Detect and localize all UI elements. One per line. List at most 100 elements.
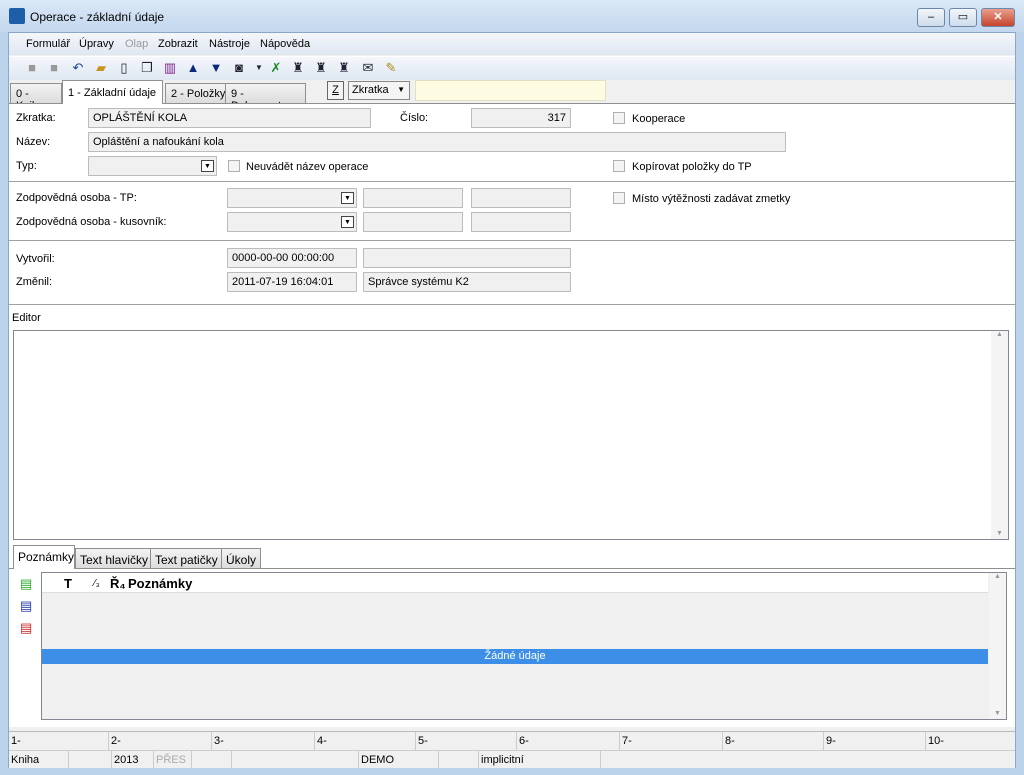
kooperace-checkbox[interactable] <box>613 112 625 124</box>
cislo-label: Číslo: <box>400 112 429 124</box>
menu-napoveda[interactable]: Nápověda <box>260 38 310 50</box>
zmenil-date: 2011-07-19 16:04:01 <box>227 272 357 292</box>
add-note-icon[interactable]: ▤ <box>20 576 32 592</box>
mail-icon[interactable]: ✉ <box>360 60 376 76</box>
status-year: 2013 <box>112 751 154 769</box>
tab-text-hlavicky[interactable]: Text hlavičky <box>75 548 154 568</box>
arrow-up-icon[interactable]: ▲ <box>185 60 201 76</box>
minimize-button[interactable]: ‒ <box>917 8 945 27</box>
undo-icon[interactable]: ↶ <box>70 60 86 76</box>
status-empty <box>439 751 479 769</box>
cislo-field[interactable]: 317 <box>471 108 571 128</box>
status-bar: Kniha 2013 PŘES DEMO implicitní <box>9 750 1015 769</box>
edit-note-icon[interactable]: ✎ <box>383 60 399 76</box>
tab-text-paticky[interactable]: Text patičky <box>150 548 223 568</box>
status-slot-2[interactable]: 2- <box>109 732 212 750</box>
tab-ukoly[interactable]: Úkoly <box>221 548 262 568</box>
zmenil-label: Změnil: <box>16 276 53 288</box>
window-title: Operace - základní údaje <box>30 10 165 24</box>
menu-upravy[interactable]: Úpravy <box>79 38 114 50</box>
chevron-down-icon: ▼ <box>341 192 354 204</box>
vytvoril-date: 0000-00-00 00:00:00 <box>227 248 357 268</box>
menu-nastroje[interactable]: Nástroje <box>209 38 250 50</box>
menu-zobrazit[interactable]: Zobrazit <box>158 38 198 50</box>
nazev-field[interactable]: Opláštění a nafoukání kola <box>88 132 786 152</box>
status-empty <box>192 751 232 769</box>
status-slot-6[interactable]: 6- <box>517 732 620 750</box>
find-next-icon[interactable]: ♜ <box>313 60 329 76</box>
maximize-button[interactable]: ▭ <box>949 8 977 27</box>
zodp-tp-field-2[interactable] <box>363 188 463 208</box>
grid-header: T ⁄₃ Ř₄ Poznámky <box>42 573 988 593</box>
status-empty <box>69 751 112 769</box>
save-icon[interactable]: ■ <box>24 60 40 76</box>
search-field-select[interactable]: Zkratka ▼ <box>348 81 410 100</box>
kooperace-label: Kooperace <box>632 113 686 125</box>
status-slot-9[interactable]: 9- <box>824 732 926 750</box>
save-as-icon[interactable]: ■ <box>46 60 62 76</box>
status-slot-5[interactable]: 5- <box>416 732 517 750</box>
chevron-down-icon: ▼ <box>341 216 354 228</box>
zodp-kus-label: Zodpovědná osoba - kusovník: <box>16 216 167 228</box>
notes-grid: T ⁄₃ Ř₄ Poznámky Žádné údaje ▲ ▼ <box>41 572 1007 720</box>
zodp-tp-select[interactable]: ▼ <box>227 188 357 208</box>
chevron-down-icon: ▼ <box>201 160 214 172</box>
status-bar-numbers: 1- 2- 3- 4- 5- 6- 7- 8- 9- 10- <box>9 731 1015 750</box>
status-slot-1[interactable]: 1- <box>9 732 109 750</box>
misto-label: Místo výtěžnosti zadávat zmetky <box>632 193 791 205</box>
column-3[interactable]: ⁄₃ <box>94 578 100 589</box>
find-icon[interactable]: ♜ <box>290 60 306 76</box>
search-input[interactable] <box>415 80 606 101</box>
new-document-icon[interactable]: ▯ <box>116 60 132 76</box>
zodp-kus-field-3[interactable] <box>471 212 571 232</box>
zmenil-user: Správce systému K2 <box>363 272 571 292</box>
status-slot-3[interactable]: 3- <box>212 732 315 750</box>
kopirovat-checkbox[interactable] <box>613 160 625 172</box>
app-icon <box>9 8 25 24</box>
edit-note-icon[interactable]: ▤ <box>20 598 32 614</box>
neuvadet-checkbox[interactable] <box>228 160 240 172</box>
status-slot-7[interactable]: 7- <box>620 732 723 750</box>
status-book: Kniha <box>9 751 69 769</box>
tab-kniha[interactable]: 0 - Kniha <box>10 83 62 112</box>
typ-select[interactable]: ▼ <box>88 156 217 176</box>
copy-icon[interactable]: ❐ <box>139 60 155 76</box>
menu-formular[interactable]: Formulář <box>26 38 70 50</box>
camera-icon[interactable]: ◙ <box>231 60 247 76</box>
chevron-down-icon: ▼ <box>397 85 405 94</box>
editor-scrollbar[interactable]: ▲ ▼ <box>991 331 1008 539</box>
z-button[interactable]: Z <box>327 81 344 100</box>
open-folder-icon[interactable]: ▰ <box>93 60 109 76</box>
delete-note-icon[interactable]: ▤ <box>20 620 32 636</box>
status-slot-4[interactable]: 4- <box>315 732 416 750</box>
status-database: DEMO <box>359 751 439 769</box>
tab-dokumenty[interactable]: 9 - Dokumenty <box>225 83 306 112</box>
excel-icon[interactable]: ✗ <box>268 60 284 76</box>
zodp-kus-field-2[interactable] <box>363 212 463 232</box>
column-t[interactable]: T <box>64 576 72 591</box>
misto-checkbox[interactable] <box>613 192 625 204</box>
tab-poznamky[interactable]: Poznámky <box>13 545 75 569</box>
menu-olap[interactable]: Olap <box>125 38 148 50</box>
zodp-kus-select[interactable]: ▼ <box>227 212 357 232</box>
find-filter-icon[interactable]: ♜ <box>336 60 352 76</box>
dropdown-icon[interactable]: ▼ <box>251 60 267 76</box>
column-poznamky[interactable]: Poznámky <box>128 576 192 591</box>
divider <box>9 240 1015 241</box>
book-icon[interactable]: ▥ <box>162 60 178 76</box>
column-r[interactable]: Ř₄ <box>110 576 126 591</box>
empty-row: Žádné údaje <box>42 649 988 664</box>
status-slot-10[interactable]: 10- <box>926 732 1015 750</box>
arrow-down-icon[interactable]: ▼ <box>208 60 224 76</box>
vytvoril-user <box>363 248 571 268</box>
close-button[interactable]: ✕ <box>981 8 1015 27</box>
zodp-tp-field-3[interactable] <box>471 188 571 208</box>
grid-scrollbar[interactable]: ▲ ▼ <box>989 573 1006 719</box>
zkratka-field[interactable]: OPLÁŠTĚNÍ KOLA <box>88 108 371 128</box>
status-slot-8[interactable]: 8- <box>723 732 824 750</box>
toolbar <box>9 56 1015 80</box>
editor-textarea[interactable]: ▲ ▼ <box>13 330 1009 540</box>
tab-zakladni-udaje[interactable]: 1 - Základní údaje <box>62 80 163 104</box>
editor-label: Editor <box>12 312 41 324</box>
vytvoril-label: Vytvořil: <box>16 253 55 265</box>
